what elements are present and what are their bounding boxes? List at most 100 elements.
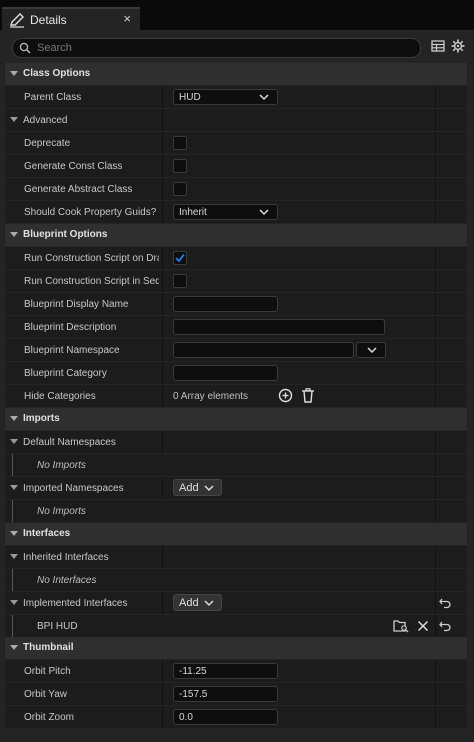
category-interfaces[interactable]: Interfaces [5,523,467,545]
chevron-down-icon [259,209,269,216]
reset-to-default-icon[interactable] [439,620,451,632]
category-blueprint-options[interactable]: Blueprint Options [5,224,467,246]
add-label: Add [179,481,199,494]
prop-generate-abstract-class: Generate Abstract Class [5,178,467,200]
prop-run-cs-on-drag: Run Construction Script on Drag [5,247,467,269]
subcategory-inherited-interfaces[interactable]: Inherited Interfaces [5,546,467,568]
bp-description-input[interactable] [173,319,385,335]
browse-folder-icon[interactable] [393,619,409,633]
category-title: Interfaces [23,528,71,539]
prop-bp-category: Blueprint Category [5,362,467,384]
imported-namespaces-empty: No Imports [5,500,467,522]
checkmark-icon [175,253,185,263]
prop-label: Generate Abstract Class [24,184,133,195]
prop-deprecate: Deprecate [5,132,467,154]
chevron-down-icon [367,347,377,354]
empty-text: No Imports [37,460,86,471]
prop-label: Blueprint Category [24,368,107,379]
orbit-pitch-input[interactable]: -11.25 [173,663,278,679]
search-placeholder: Search [37,42,72,54]
empty-text: No Interfaces [37,575,97,586]
category-imports[interactable]: Imports [5,408,467,430]
add-label: Add [179,596,199,609]
expand-arrow-icon [10,71,18,76]
interface-name: BPI HUD [37,621,78,632]
prop-bp-display-name: Blueprint Display Name [5,293,467,315]
gear-icon[interactable] [451,39,465,53]
run-cs-seq-checkbox[interactable] [173,274,187,288]
cook-guids-combo[interactable]: Inherit [173,204,278,220]
prop-bp-description: Blueprint Description [5,316,467,338]
prop-label: Orbit Zoom [24,712,75,723]
expand-arrow-icon [10,554,18,559]
search-input[interactable]: Search [12,38,421,58]
default-namespaces-empty: No Imports [5,454,467,476]
subcategory-implemented-interfaces[interactable]: Implemented Interfaces Add [5,592,467,614]
orbit-yaw-input[interactable]: -157.5 [173,686,278,702]
prop-orbit-zoom: Orbit Zoom 0.0 [5,706,467,728]
prop-label: Run Construction Script in Sequ... [24,276,159,287]
close-tab-button[interactable]: × [123,11,131,26]
subcategory-title: Inherited Interfaces [23,552,109,563]
bp-category-input[interactable] [173,365,278,381]
namespace-dropdown-button[interactable] [356,342,386,358]
pencil-icon [10,12,24,28]
expand-arrow-icon [10,600,18,605]
prop-label: Blueprint Description [24,322,117,333]
chevron-down-icon [259,94,269,101]
tab-details[interactable]: Details × [2,7,140,30]
subcategory-title: Imported Namespaces [23,483,124,494]
generate-abstract-checkbox[interactable] [173,182,187,196]
prop-hide-categories: Hide Categories 0 Array elements [5,385,467,407]
subcategory-title: Advanced [23,115,68,126]
prop-parent-class: Parent Class HUD [5,86,467,108]
orbit-zoom-input[interactable]: 0.0 [173,709,278,725]
category-class-options[interactable]: Class Options [5,63,467,85]
category-title: Imports [23,413,60,424]
chevron-down-icon [204,485,214,492]
prop-label: Orbit Pitch [24,666,71,677]
close-icon[interactable] [417,620,429,632]
subcategory-title: Implemented Interfaces [23,598,128,609]
prop-label: Orbit Yaw [24,689,67,700]
category-thumbnail[interactable]: Thumbnail [5,637,467,659]
prop-orbit-yaw: Orbit Yaw -157.5 [5,683,467,705]
trash-icon[interactable] [301,388,315,403]
combo-value: Inherit [179,206,207,218]
tab-bar: Details × [0,0,474,30]
add-import-button[interactable]: Add [173,479,222,496]
prop-cook-property-guids: Should Cook Property Guids? Inherit [5,201,467,223]
subcategory-advanced[interactable]: Advanced [5,109,467,131]
expand-arrow-icon [10,645,18,650]
prop-label: Parent Class [24,92,82,103]
expand-arrow-icon [10,232,18,237]
prop-label: Generate Const Class [24,161,123,172]
prop-orbit-pitch: Orbit Pitch -11.25 [5,660,467,682]
generate-const-checkbox[interactable] [173,159,187,173]
tab-title: Details [30,12,67,27]
empty-text: No Imports [37,506,86,517]
subcategory-default-namespaces[interactable]: Default Namespaces [5,431,467,453]
expand-arrow-icon [10,485,18,490]
add-element-icon[interactable] [278,388,293,403]
bp-display-name-input[interactable] [173,296,278,312]
array-count: 0 Array elements [173,391,249,402]
search-icon [19,42,31,54]
deprecate-checkbox[interactable] [173,136,187,150]
prop-label: Blueprint Display Name [24,299,129,310]
prop-label: Hide Categories [24,391,96,402]
subcategory-imported-namespaces[interactable]: Imported Namespaces Add [5,477,467,499]
prop-label: Should Cook Property Guids? [24,207,157,218]
table-view-icon[interactable] [431,39,445,53]
bp-namespace-input[interactable] [173,342,354,358]
expand-arrow-icon [10,117,18,122]
reset-to-default-icon[interactable] [439,597,451,609]
chevron-down-icon [204,600,214,607]
category-title: Blueprint Options [23,229,108,240]
parent-class-combo[interactable]: HUD [173,89,278,105]
category-title: Class Options [23,68,91,79]
prop-label: Run Construction Script on Drag [24,253,159,264]
run-cs-drag-checkbox[interactable] [173,251,187,265]
add-interface-button[interactable]: Add [173,594,222,611]
subcategory-title: Default Namespaces [23,437,116,448]
